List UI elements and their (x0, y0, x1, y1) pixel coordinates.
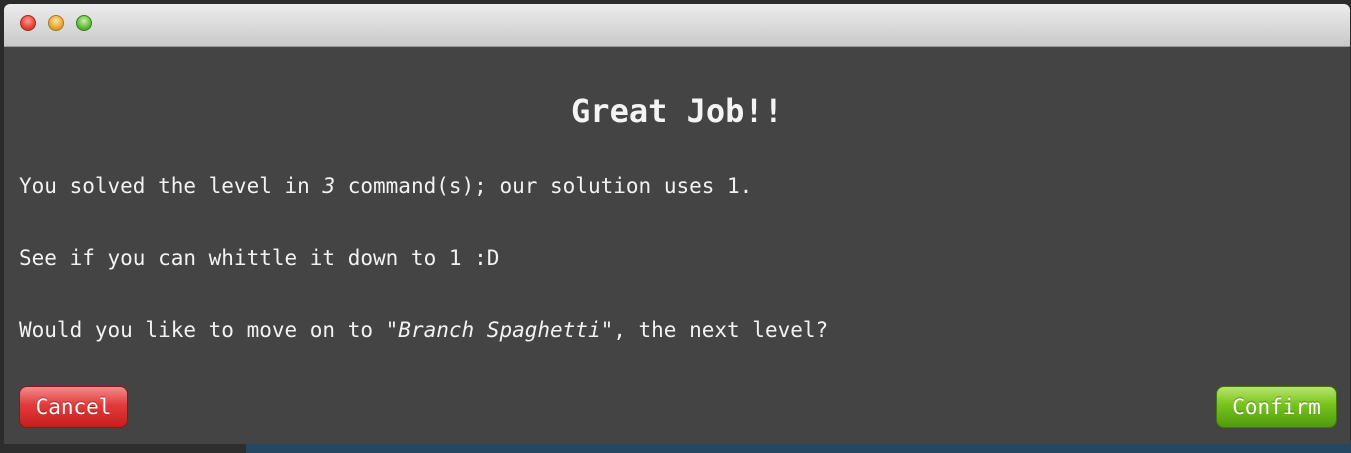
challenge-text: See if you can whittle it down to 1 :D (19, 246, 500, 270)
solution-summary: You solved the level in 3 command(s); ou… (19, 174, 752, 198)
minimize-window-button[interactable] (48, 15, 64, 31)
dialog-title: Great Job!! (571, 92, 783, 130)
summary-suffix: command(s); our solution uses 1. (335, 174, 753, 198)
prompt-suffix: , the next level? (613, 318, 829, 342)
maximize-window-button[interactable] (76, 15, 92, 31)
summary-prefix: You solved the level in (19, 174, 323, 198)
dialog-window: Great Job!! You solved the level in 3 co… (4, 4, 1350, 444)
prompt-prefix: Would you like to move on to (19, 318, 386, 342)
dialog-content: Great Job!! You solved the level in 3 co… (4, 47, 1350, 444)
next-level-prompt: Would you like to move on to "Branch Spa… (19, 318, 828, 342)
close-window-button[interactable] (20, 15, 36, 31)
command-count: 3 (322, 174, 336, 198)
confirm-button[interactable]: Confirm (1216, 386, 1337, 428)
title-bar (4, 4, 1350, 47)
next-level-name: "Branch Spaghetti" (385, 318, 614, 342)
cancel-button[interactable]: Cancel (19, 386, 128, 428)
